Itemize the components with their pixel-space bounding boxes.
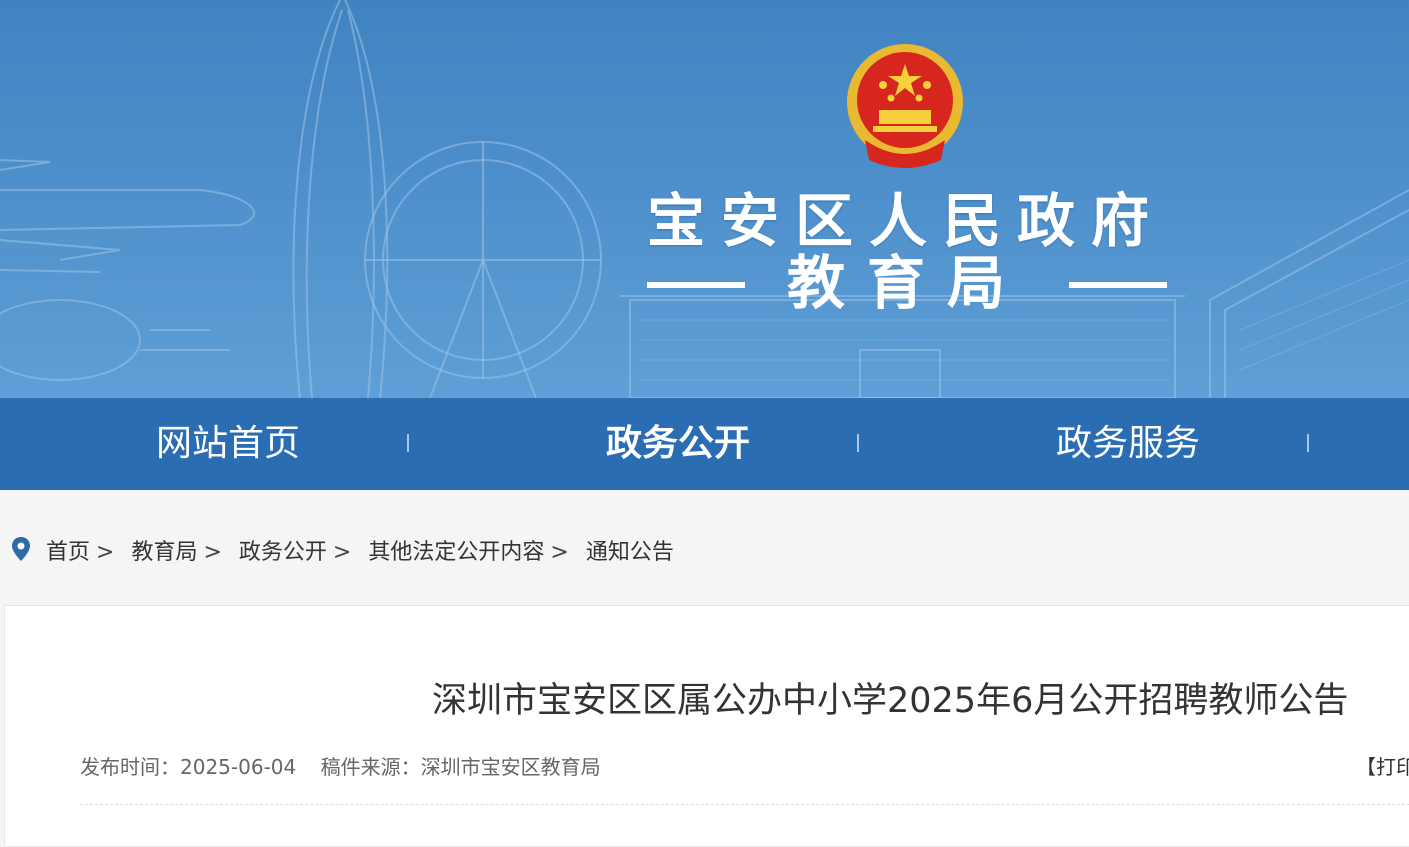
breadcrumb-item-home[interactable]: 首页 bbox=[46, 540, 90, 565]
breadcrumb-separator: > bbox=[203, 540, 222, 565]
nav-item-gov-services[interactable]: 政务服务 bbox=[923, 398, 1333, 490]
breadcrumb-separator: > bbox=[332, 540, 352, 565]
dept-name: 教育局 bbox=[786, 249, 1027, 317]
source-group: 稿件来源：深圳市宝安区教育局 bbox=[321, 755, 601, 779]
source-value: 深圳市宝安区教育局 bbox=[420, 755, 601, 779]
dept-title-row: 教育局 bbox=[647, 248, 1167, 318]
print-button[interactable]: 【打印 bbox=[1356, 751, 1409, 780]
article-meta: 发布时间：2025-06-04 稿件来源：深圳市宝安区教育局 bbox=[80, 751, 619, 780]
nav-separator bbox=[1307, 434, 1309, 452]
header-banner: 宝安区人民政府 教育局 bbox=[0, 0, 1409, 398]
main-nav: 网站首页 政务公开 政务服务 bbox=[0, 398, 1409, 490]
org-name: 宝安区人民政府 bbox=[646, 187, 1165, 255]
location-pin-icon bbox=[12, 537, 30, 561]
breadcrumb-separator: > bbox=[550, 540, 569, 565]
publish-date-group: 发布时间：2025-06-04 bbox=[80, 755, 296, 779]
decorative-line-left bbox=[647, 282, 745, 288]
breadcrumb-item-other-statutory[interactable]: 其他法定公开内容 bbox=[368, 540, 544, 565]
breadcrumb-item-gov-affairs[interactable]: 政务公开 bbox=[239, 540, 327, 565]
nav-separator bbox=[857, 434, 859, 452]
breadcrumb-list: 首页 > 教育局 > 政务公开 > 其他法定公开内容 > 通知公告 bbox=[46, 534, 674, 566]
breadcrumb-item-education-bureau[interactable]: 教育局 bbox=[131, 540, 197, 565]
breadcrumb-item-notices[interactable]: 通知公告 bbox=[586, 540, 674, 565]
nav-item-home[interactable]: 网站首页 bbox=[23, 398, 433, 490]
publish-date: 2025-06-04 bbox=[180, 755, 297, 779]
nav-separator bbox=[407, 434, 409, 452]
source-label: 稿件来源： bbox=[320, 755, 421, 779]
article-title: 深圳市宝安区区属公办中小学2025年6月公开招聘教师公告 bbox=[432, 681, 1349, 721]
breadcrumb-separator: > bbox=[96, 540, 115, 565]
decorative-line-right bbox=[1069, 282, 1167, 288]
article-card bbox=[4, 605, 1409, 847]
national-emblem-icon bbox=[847, 44, 963, 168]
publish-date-label: 发布时间： bbox=[80, 755, 180, 779]
meta-divider bbox=[80, 804, 1409, 805]
nav-item-gov-affairs-disclosure[interactable]: 政务公开 bbox=[473, 398, 883, 490]
